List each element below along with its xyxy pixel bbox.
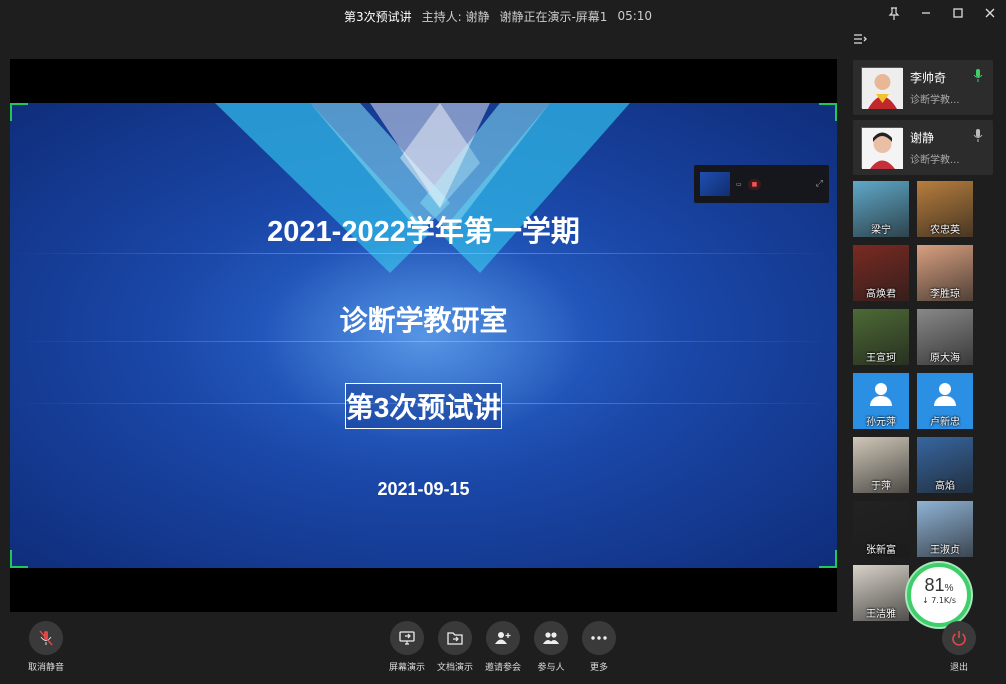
share-frame-corner [10,550,28,568]
presenter-mini-preview[interactable]: ▭ ■ ⤢ [694,165,829,203]
speaker-name: 李帅奇 [910,71,947,85]
share-frame-corner [10,103,28,121]
pin-icon[interactable] [878,0,910,26]
meeting-window: 第3次预试讲 主持人: 谢静 谢静正在演示-屏幕1 05:10 2021-202… [0,0,1006,684]
more-button[interactable]: 更多 [574,621,624,673]
share-frame-corner [819,550,837,568]
mute-label: 取消静音 [27,663,64,673]
participant-name: 原大海 [930,353,960,364]
doc-share-button[interactable]: 文档演示 [430,621,480,673]
default-avatar-icon [933,383,957,406]
participant-name: 高焰 [935,481,955,492]
participant-name: 农忠英 [930,225,960,236]
participant-name: 王淑贞 [930,545,960,556]
participant-tile[interactable]: 卢新忠 [917,373,973,429]
maximize-icon[interactable] [942,0,974,26]
preview-label: ▭ [736,180,742,188]
window-controls [878,0,1006,26]
expand-icon[interactable]: ⤢ [816,179,823,189]
more-label: 更多 [589,663,608,673]
participant-name: 张新富 [866,545,896,556]
presentation-slide: 2021-2022学年第一学期 诊断学教研室 第3次预试讲 2021-09-15… [10,103,837,568]
leave-label: 退出 [949,663,968,673]
preview-thumbnail [700,172,730,196]
network-speed: ↓ 7.1K/s [911,596,967,605]
mic-muted-icon [29,621,63,655]
network-percent: 81% [911,575,967,596]
participant-tile[interactable]: 王洁雅 [853,565,909,621]
slide-date: 2021-09-15 [377,479,470,499]
network-percent-unit: % [944,583,954,594]
participant-tile[interactable]: 农忠英 [917,181,973,237]
screen-share-button[interactable]: 屏幕演示 [382,621,432,673]
slide-department-title: 诊断学教研室 [339,305,508,336]
doc-share-label: 文档演示 [436,663,473,673]
mic-active-icon [973,69,983,85]
close-icon[interactable] [974,0,1006,26]
avatar [861,67,903,109]
screen-share-icon [390,621,424,655]
participant-tile[interactable]: 孙元萍 [853,373,909,429]
users-icon [534,621,568,655]
network-meter[interactable]: 81% ↓ 7.1K/s [907,563,971,627]
slide-semester-title: 2021-2022学年第一学期 [267,216,580,248]
folder-share-icon [438,621,472,655]
participant-name: 高焕君 [866,289,896,300]
participant-name: 梁宁 [871,225,891,236]
speaker-name: 谢静 [910,131,935,145]
participant-tile[interactable]: 高焰 [917,437,973,493]
participant-name: 卢新忠 [930,417,960,428]
participant-name: 王洁雅 [866,609,896,620]
default-avatar-icon [869,383,893,406]
download-arrow-icon: ↓ [921,596,929,605]
invite-label: 邀请参会 [484,663,521,673]
participants-label: 参与人 [537,663,565,673]
participant-tile[interactable]: 高焕君 [853,245,909,301]
slide-session-title: 第3次预试讲 [10,383,837,429]
power-icon [942,621,976,655]
participant-name: 于萍 [871,481,891,492]
network-speed-value: 7.1K/s [931,596,957,605]
speaker-org: 诊断学教... [910,155,960,166]
network-percent-value: 81 [924,575,945,595]
speaker-org: 诊断学教... [910,95,960,106]
minimize-icon[interactable] [910,0,942,26]
participant-tile[interactable]: 原大海 [917,309,973,365]
shared-screen: 2021-2022学年第一学期 诊断学教研室 第3次预试讲 2021-09-15… [10,59,837,612]
stop-share-button[interactable]: ■ [747,178,762,190]
presenting-status: 谢静正在演示-屏幕1 [499,9,608,24]
screen-share-label: 屏幕演示 [388,663,425,673]
mute-toggle-button[interactable]: 取消静音 [21,621,71,673]
add-user-icon [486,621,520,655]
leave-button[interactable]: 退出 [934,621,984,673]
participant-tile[interactable]: 梁宁 [853,181,909,237]
meeting-title: 第3次预试讲 [343,9,412,24]
title-bar: 第3次预试讲 主持人: 谢静 谢静正在演示-屏幕1 05:10 [0,0,1006,32]
mic-icon [973,129,983,145]
more-dots-icon [582,621,616,655]
collapse-list-icon[interactable] [853,33,867,49]
host-label: 主持人: 谢静 [421,9,490,24]
participant-tile[interactable]: 李胜琼 [917,245,973,301]
share-frame-corner [819,103,837,121]
slide-divider [10,341,837,342]
participant-tile[interactable]: 王淑贞 [917,501,973,557]
slide-divider [10,253,837,254]
participant-tile[interactable]: 于萍 [853,437,909,493]
avatar [861,127,903,169]
participant-tile[interactable]: 张新富 [853,501,909,557]
participant-tile[interactable]: 王宣珂 [853,309,909,365]
speaker-card[interactable]: 谢静 诊断学教... [853,120,993,175]
slide-session-text: 第3次预试讲 [344,383,503,429]
participant-name: 孙元萍 [866,417,896,428]
invite-button[interactable]: 邀请参会 [478,621,528,673]
participant-name: 李胜琼 [930,289,960,300]
speaker-card[interactable]: 李帅奇 诊断学教... [853,60,993,115]
participant-name: 王宣珂 [866,353,896,364]
participants-button[interactable]: 参与人 [526,621,576,673]
meeting-timer: 05:10 [617,9,653,23]
